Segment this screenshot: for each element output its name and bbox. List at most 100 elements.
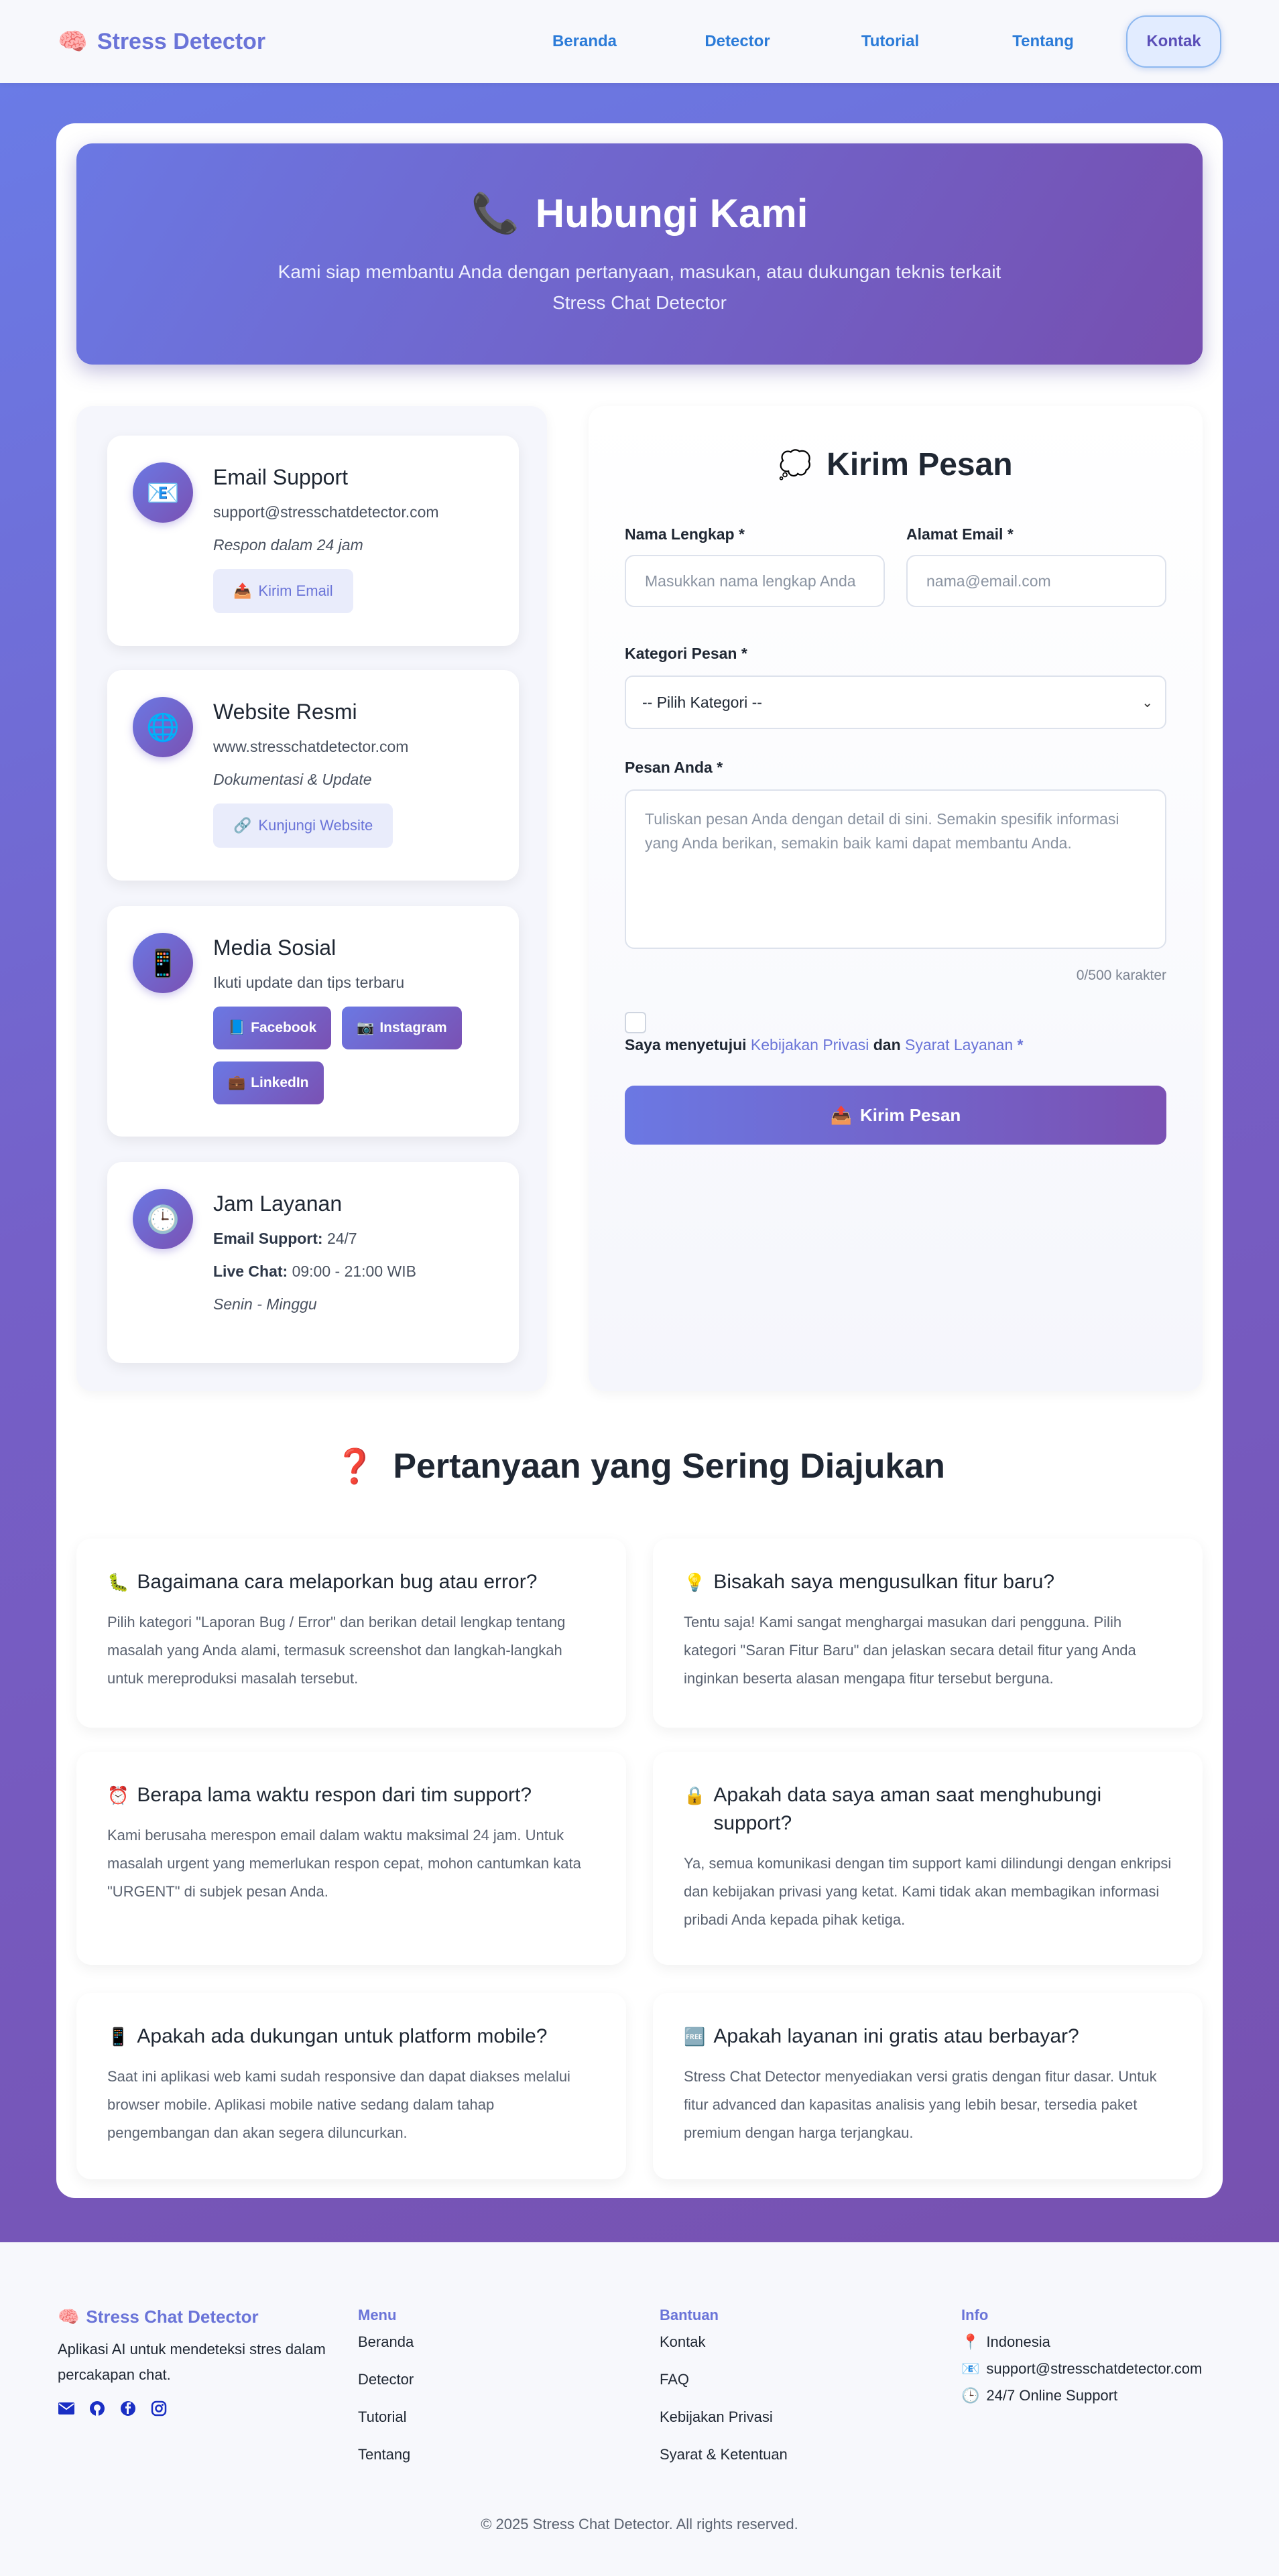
agree-terms-text: Saya menyetujui Kebijakan Privasi dan Sy…: [625, 1036, 1024, 1053]
email-support-hours: Email Support: 24/7: [213, 1230, 357, 1247]
live-chat-hours: Live Chat: 09:00 - 21:00 WIB: [213, 1263, 416, 1280]
github-icon[interactable]: [88, 2400, 106, 2417]
footer-help-column: Bantuan Kontak FAQ Kebijakan Privasi Sya…: [660, 2307, 788, 2463]
speech-bubble-icon: 💭: [778, 450, 812, 480]
nav-link-kontak-active[interactable]: Kontak: [1126, 15, 1221, 68]
form-title: Kirim Pesan: [827, 447, 1013, 482]
page-subtitle: Kami siap membantu Anda dengan pertanyaa…: [278, 261, 1001, 313]
faq-item-bug-report[interactable]: 🐛 Bagaimana cara melaporkan bug atau erro…: [76, 1539, 626, 1728]
facebook-icon[interactable]: [119, 2400, 137, 2417]
category-selected-value: -- Pilih Kategori --: [642, 693, 762, 711]
light-bulb-icon: 💡: [684, 1572, 706, 1592]
footer-brand[interactable]: 🧠 Stress Chat Detector: [58, 2307, 339, 2327]
clock-icon: 🕒: [133, 1189, 193, 1249]
copyright-text: © 2025 Stress Chat Detector. All rights …: [481, 2516, 798, 2532]
faq-answer: Stress Chat Detector menyediakan versi g…: [684, 2068, 1157, 2141]
faq-item-feature-request[interactable]: 💡 Bisakah saya mengusulkan fitur baru? Te…: [653, 1539, 1203, 1728]
category-select[interactable]: -- Pilih Kategori -- ⌄: [625, 675, 1166, 729]
lock-icon: 🔒: [684, 1785, 706, 1805]
faq-title: Pertanyaan yang Sering Diajukan: [393, 1447, 945, 1486]
footer-link-faq[interactable]: FAQ: [660, 2371, 788, 2388]
envelope-icon[interactable]: [58, 2400, 75, 2417]
faq-item-response-time[interactable]: ⏰ Berapa lama waktu respon dari tim suppo…: [76, 1752, 626, 1965]
faq-item-mobile-support[interactable]: 📱 Apakah ada dukungan untuk platform mobi…: [76, 1993, 626, 2179]
contact-form: 💭 Kirim Pesan Nama Lengkap * Masukkan na…: [589, 406, 1203, 1391]
nav-link-beranda[interactable]: Beranda: [508, 32, 661, 51]
send-email-label: Kirim Email: [258, 582, 333, 599]
submit-label: Kirim Pesan: [860, 1104, 961, 1125]
social-media-title: Media Sosial: [213, 936, 337, 960]
faq-item-pricing[interactable]: 🆓 Apakah layanan ini gratis atau berbayar…: [653, 1993, 1203, 2179]
faq-item-data-security[interactable]: 🔒 Apakah data saya aman saat menghubungi …: [653, 1752, 1203, 1965]
email-address: support@stresschatdetector.com: [213, 503, 439, 521]
question-mark-icon: ❓: [334, 1447, 376, 1485]
footer-menu-column: Menu Beranda Detector Tutorial Tentang: [358, 2307, 414, 2463]
footer-link-detector[interactable]: Detector: [358, 2371, 414, 2388]
name-input[interactable]: Masukkan nama lengkap Anda: [625, 555, 885, 607]
nav-link-tentang[interactable]: Tentang: [967, 32, 1119, 51]
faq-question: Bisakah saya mengusulkan fitur baru?: [713, 1571, 1054, 1593]
send-email-button[interactable]: 📤 Kirim Email: [213, 569, 353, 613]
social-media-card: 📱 Media Sosial Ikuti update dan tips ter…: [107, 906, 519, 1137]
map-pin-icon: 📍: [961, 2333, 980, 2350]
privacy-policy-link[interactable]: Kebijakan Privasi: [751, 1036, 869, 1053]
faq-answer: Saat ini aplikasi web kami sudah respons…: [107, 2068, 570, 2141]
service-hours-title: Jam Layanan: [213, 1192, 343, 1216]
footer-location: 📍 Indonesia: [961, 2333, 1050, 2350]
footer-help-heading: Bantuan: [660, 2307, 719, 2323]
footer-link-privacy[interactable]: Kebijakan Privasi: [660, 2408, 788, 2426]
faq-answer: Kami berusaha merespon email dalam waktu…: [107, 1827, 581, 1900]
email-input[interactable]: nama@email.com: [906, 555, 1166, 607]
website-card: 🌐 Website Resmi www.stresschatdetector.c…: [107, 670, 519, 881]
email-icon: 📧: [133, 462, 193, 523]
terms-of-service-link[interactable]: Syarat Layanan: [905, 1036, 1013, 1053]
nav-link-detector[interactable]: Detector: [661, 32, 814, 51]
footer-link-terms[interactable]: Syarat & Ketentuan: [660, 2446, 788, 2463]
phone-icon: 📞: [471, 191, 520, 235]
footer-social-icons: [58, 2400, 339, 2417]
faq-answer: Tentu saja! Kami sangat menghargai masuk…: [684, 1614, 1136, 1687]
footer-support-hours: 🕒 24/7 Online Support: [961, 2387, 1118, 2404]
message-label: Pesan Anda *: [625, 759, 723, 776]
camera-icon: 📷: [357, 1020, 375, 1035]
message-textarea[interactable]: Tuliskan pesan Anda dengan detail di sin…: [625, 789, 1166, 949]
mobile-apps-icon: 📱: [133, 933, 193, 993]
nav-link-tutorial[interactable]: Tutorial: [814, 32, 967, 51]
email-label: Alamat Email *: [906, 525, 1014, 543]
faq-question: Berapa lama waktu respon dari tim suppor…: [137, 1784, 532, 1806]
footer-info-column: Info 📍 Indonesia 📧 support@stresschatdetec…: [961, 2307, 1202, 2404]
link-icon: 🔗: [233, 817, 252, 834]
outbox-tray-icon: 📤: [830, 1104, 853, 1125]
submit-message-button[interactable]: 📤 Kirim Pesan: [625, 1086, 1166, 1145]
instagram-icon[interactable]: [150, 2400, 168, 2417]
chevron-down-icon: ⌄: [1142, 696, 1153, 710]
alarm-clock-icon: ⏰: [107, 1785, 129, 1805]
clock-icon: 🕒: [961, 2387, 980, 2404]
faq-question: Apakah ada dukungan untuk platform mobil…: [137, 2025, 548, 2047]
footer-info-heading: Info: [961, 2307, 989, 2323]
service-days: Senin - Minggu: [213, 1295, 317, 1313]
footer-email[interactable]: 📧 support@stresschatdetector.com: [961, 2360, 1202, 2378]
linkedin-button[interactable]: 💼 LinkedIn: [213, 1061, 324, 1104]
category-label: Kategori Pesan *: [625, 645, 747, 662]
faq-question: Apakah data saya aman saat menghubungi s…: [713, 1784, 1102, 1834]
faq-heading: ❓ Pertanyaan yang Sering Diajukan: [0, 1446, 1279, 1486]
footer-link-tentang[interactable]: Tentang: [358, 2446, 414, 2463]
page-title: Hubungi Kami: [535, 191, 808, 236]
footer-link-beranda[interactable]: Beranda: [358, 2333, 414, 2351]
footer-link-kontak[interactable]: Kontak: [660, 2333, 788, 2351]
website-title: Website Resmi: [213, 700, 357, 724]
outbox-icon: 📤: [233, 582, 252, 599]
footer-link-tutorial[interactable]: Tutorial: [358, 2408, 414, 2426]
contact-header: 📞 Hubungi Kami Kami siap membantu Anda d…: [76, 143, 1203, 365]
service-hours-card: 🕒 Jam Layanan Email Support: 24/7 Live C…: [107, 1162, 519, 1363]
website-note: Dokumentasi & Update: [213, 771, 372, 788]
visit-website-button[interactable]: 🔗 Kunjungi Website: [213, 803, 393, 848]
instagram-button[interactable]: 📷 Instagram: [342, 1007, 462, 1049]
agree-checkbox[interactable]: [625, 1012, 646, 1033]
mobile-phone-icon: 📱: [107, 2026, 129, 2047]
character-counter: 0/500 karakter: [1076, 968, 1166, 983]
nav-links: Beranda Detector Tutorial Tentang Kontak: [508, 15, 1221, 68]
facebook-button[interactable]: 📘 Facebook: [213, 1007, 332, 1049]
brand-logo[interactable]: 🧠 Stress Detector: [58, 27, 265, 56]
